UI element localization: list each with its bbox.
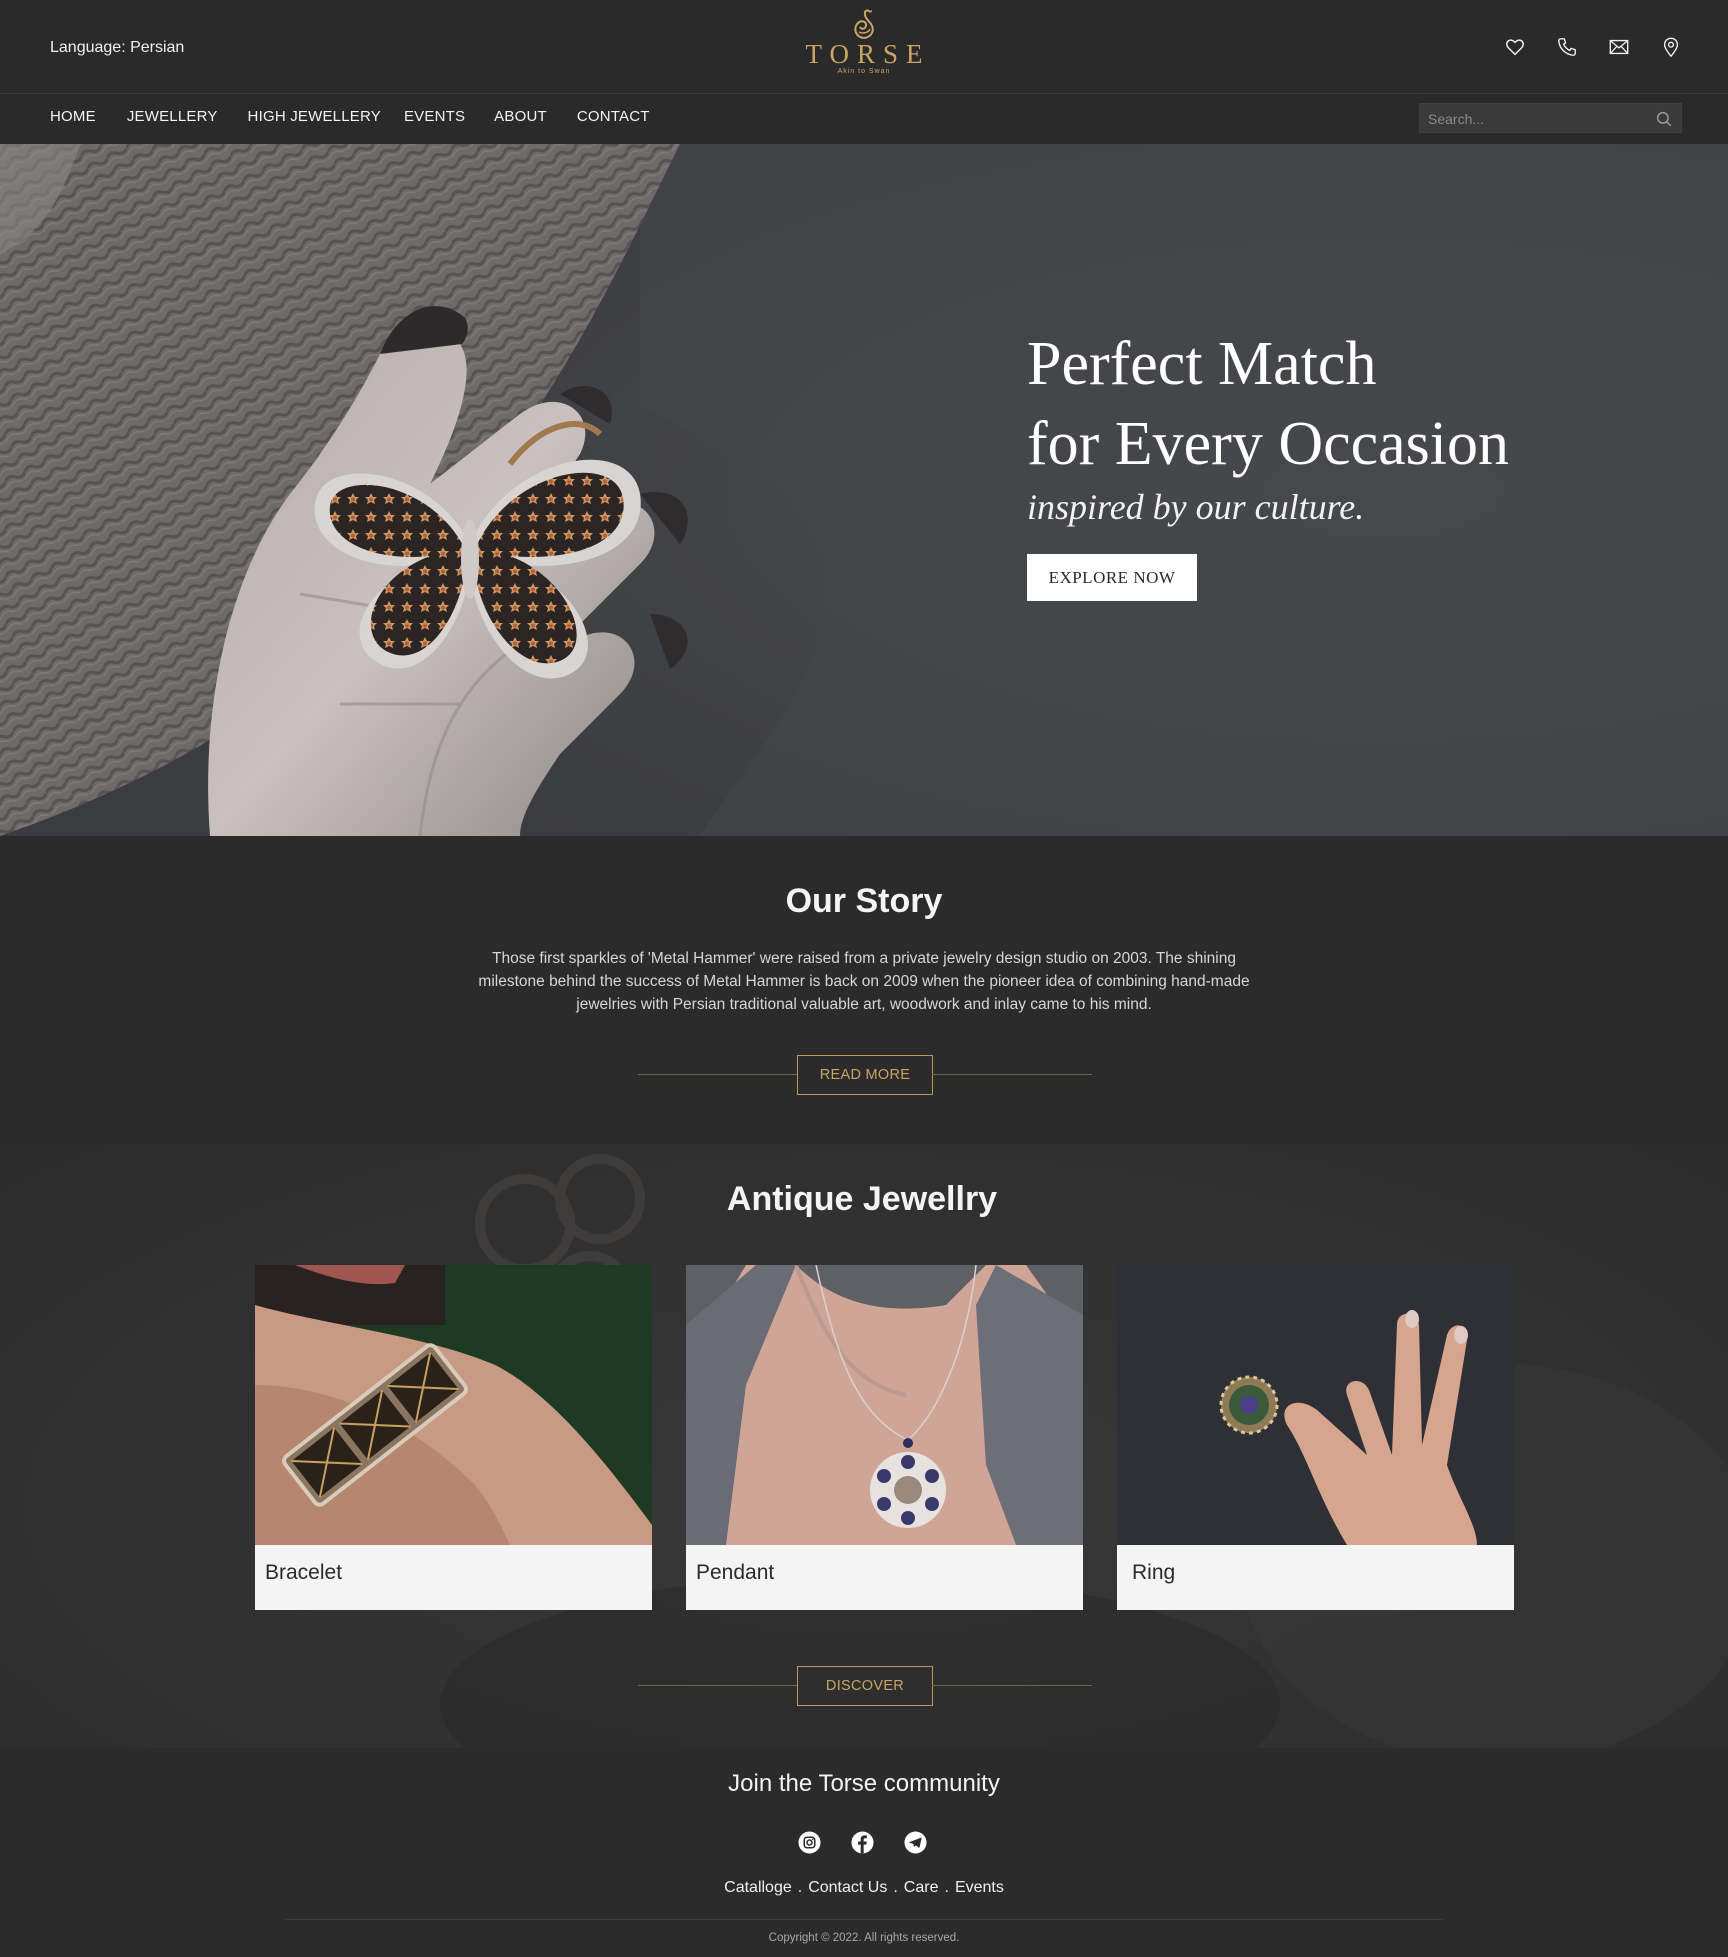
product-card-bracelet[interactable]: Bracelet	[255, 1265, 652, 1610]
discover-row: DISCOVER	[0, 1666, 1728, 1706]
nav-events[interactable]: EVENTS	[404, 108, 465, 125]
hero-title: Perfect Match for Every Occasion	[1027, 324, 1509, 484]
footer-link-catalogue[interactable]: Catalloge	[724, 1879, 792, 1896]
hero-image-butterfly-ring	[0, 144, 1728, 836]
footer-link-separator: .	[797, 1879, 803, 1896]
search-icon[interactable]	[1655, 110, 1673, 128]
read-more-row: READ MORE	[0, 1055, 1728, 1095]
phone-icon[interactable]	[1556, 36, 1578, 58]
read-more-button[interactable]: READ MORE	[797, 1055, 933, 1095]
our-story-section: Our Story Those first sparkles of 'Metal…	[0, 836, 1728, 1144]
antique-heading: Antique Jewellry	[726, 1180, 998, 1218]
nav-jewellery[interactable]: JEWELLERY	[127, 108, 218, 125]
card-label: Ring	[1132, 1561, 1176, 1584]
pendant-image	[686, 1265, 1083, 1545]
social-links	[798, 1831, 927, 1854]
footer-link-events[interactable]: Events	[955, 1879, 1004, 1896]
divider-line	[932, 1685, 1092, 1686]
header-icons	[1504, 36, 1682, 58]
community-heading: Join the Torse community	[728, 1770, 1000, 1797]
footer: Join the Torse community Catalloge. Conta…	[0, 1748, 1728, 1957]
location-pin-icon[interactable]	[1660, 36, 1682, 58]
antique-jewellry-section: Antique Jewellry Bracelet Pendant Ring D…	[0, 1144, 1728, 1748]
facebook-icon[interactable]	[851, 1831, 874, 1854]
main-nav: HOME JEWELLERY HIGH JEWELLERY EVENTS ABO…	[50, 108, 650, 125]
swan-logo-icon	[854, 9, 874, 39]
hero-title-line2: for Every Occasion	[1027, 410, 1510, 478]
logo-wordmark: TORSE	[805, 39, 931, 69]
bracelet-image	[255, 1265, 652, 1545]
explore-now-button[interactable]: EXPLORE NOW	[1027, 554, 1197, 601]
discover-button[interactable]: DISCOVER	[797, 1666, 933, 1706]
footer-links: Catalloge. Contact Us. Care. Events	[0, 1879, 1728, 1897]
logo[interactable]: TORSE Akin to Swan	[796, 8, 932, 86]
footer-divider	[285, 1919, 1443, 1920]
hero-subtitle: inspired by our culture.	[1027, 487, 1365, 527]
telegram-icon[interactable]	[904, 1831, 927, 1854]
divider-line	[638, 1685, 798, 1686]
main-nav-bar: HOME JEWELLERY HIGH JEWELLERY EVENTS ABO…	[0, 94, 1728, 144]
hero-banner: Perfect Match for Every Occasion inspire…	[0, 144, 1728, 836]
nav-contact[interactable]: CONTACT	[577, 108, 650, 125]
footer-link-care[interactable]: Care	[904, 1879, 939, 1896]
footer-link-separator: .	[893, 1879, 898, 1896]
search-input[interactable]	[1428, 110, 1648, 128]
card-label: Pendant	[696, 1561, 775, 1584]
search-box	[1419, 103, 1682, 133]
nav-about[interactable]: ABOUT	[494, 108, 547, 125]
nav-home[interactable]: HOME	[50, 108, 96, 125]
product-card-pendant[interactable]: Pendant	[686, 1265, 1083, 1610]
instagram-icon[interactable]	[798, 1831, 821, 1854]
mail-icon[interactable]	[1608, 36, 1630, 58]
story-heading: Our Story	[785, 882, 943, 920]
heart-icon[interactable]	[1504, 36, 1526, 58]
copyright-text: Copyright © 2022. All rights reserved.	[768, 1932, 960, 1944]
divider-line	[932, 1074, 1092, 1075]
top-bar: Language: Persian TORSE Akin to Swan	[0, 0, 1728, 94]
story-body: Those first sparkles of 'Metal Hammer' w…	[478, 950, 1250, 1013]
card-label: Bracelet	[265, 1561, 343, 1584]
logo-tagline: Akin to Swan	[837, 68, 891, 75]
footer-link-separator: .	[944, 1879, 949, 1896]
product-card-ring[interactable]: Ring	[1117, 1265, 1514, 1610]
footer-link-contact-us[interactable]: Contact Us	[808, 1879, 887, 1896]
language-selector[interactable]: Language: Persian	[50, 39, 184, 57]
nav-high-jewellery[interactable]: HIGH JEWELLERY	[248, 108, 381, 125]
hero-title-line1: Perfect Match	[1027, 330, 1377, 398]
ring-image	[1117, 1265, 1514, 1545]
divider-line	[638, 1074, 798, 1075]
